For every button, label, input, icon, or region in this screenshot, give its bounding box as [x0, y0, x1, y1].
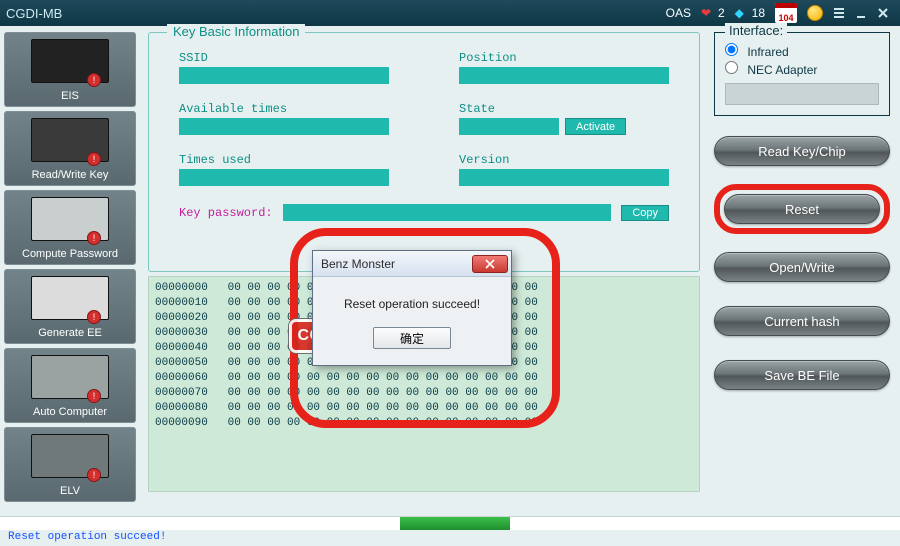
alert-badge-icon: ! [87, 152, 101, 166]
menu-button[interactable] [828, 4, 850, 22]
message-dialog: Benz Monster Reset operation succeed! 确定 [312, 250, 512, 366]
sidebar: ! EIS ! Read/Write Key ! Compute Passwor… [0, 26, 140, 516]
blue-gem-stat: ◆ 18 [735, 6, 765, 20]
open-write-button[interactable]: Open/Write [714, 252, 890, 282]
version-value [459, 169, 669, 186]
calendar-icon: 104 [775, 3, 797, 23]
interface-legend: Interface: [725, 23, 787, 38]
alert-badge-icon: ! [87, 389, 101, 403]
state-value [459, 118, 559, 135]
progress-bar [0, 516, 900, 530]
interface-box: Interface: Infrared NEC Adapter [714, 32, 890, 116]
dialog-message: Reset operation succeed! [321, 297, 503, 311]
app-title: CGDI-MB [6, 6, 62, 21]
red-gem-stat: ❤ 2 [701, 6, 725, 20]
sidebar-item-label: Compute Password [22, 248, 118, 260]
position-value [459, 67, 669, 84]
times-used-label: Times used [179, 153, 389, 167]
key-password-label: Key password: [179, 206, 273, 220]
key-basic-info-legend: Key Basic Information [167, 24, 305, 39]
dialog-title: Benz Monster [321, 257, 472, 271]
sidebar-item-auto-computer[interactable]: ! Auto Computer [4, 348, 136, 423]
infrared-label: Infrared [747, 45, 788, 59]
key-basic-info-panel: Key Basic Information SSID Position Avai… [148, 32, 700, 272]
copy-button[interactable]: Copy [621, 205, 669, 221]
sidebar-item-label: ELV [60, 485, 80, 497]
progress-fill [400, 517, 510, 530]
close-button[interactable] [872, 4, 894, 22]
interface-empty-field [725, 83, 879, 105]
sidebar-item-compute-password[interactable]: ! Compute Password [4, 190, 136, 265]
read-key-chip-button[interactable]: Read Key/Chip [714, 136, 890, 166]
sidebar-item-generate-ee[interactable]: ! Generate EE [4, 269, 136, 344]
alert-badge-icon: ! [87, 310, 101, 324]
reset-button[interactable]: Reset [724, 194, 880, 224]
state-label: State [459, 102, 669, 116]
minimize-button[interactable] [850, 4, 872, 22]
dialog-titlebar[interactable]: Benz Monster [313, 251, 511, 277]
ssid-value [179, 67, 389, 84]
alert-badge-icon: ! [87, 468, 101, 482]
status-text: Reset operation succeed! [0, 530, 900, 546]
dialog-ok-button[interactable]: 确定 [373, 327, 451, 349]
footer: Reset operation succeed! [0, 516, 900, 546]
alert-badge-icon: ! [87, 73, 101, 87]
coin-icon[interactable] [807, 5, 823, 21]
infrared-radio[interactable] [725, 43, 738, 56]
nec-label: NEC Adapter [747, 63, 817, 77]
save-be-file-button[interactable]: Save BE File [714, 360, 890, 390]
blue-gem-count: 18 [752, 6, 765, 20]
dialog-close-button[interactable] [472, 255, 508, 273]
sidebar-item-label: Generate EE [38, 327, 102, 339]
right-panel: Interface: Infrared NEC Adapter Read Key… [708, 26, 900, 516]
oas-label: OAS [666, 6, 691, 20]
reset-highlight-ring: Reset [714, 184, 890, 234]
sidebar-item-elv[interactable]: ! ELV [4, 427, 136, 502]
available-times-label: Available times [179, 102, 389, 116]
red-gem-count: 2 [718, 6, 725, 20]
nec-radio[interactable] [725, 61, 738, 74]
alert-badge-icon: ! [87, 231, 101, 245]
sidebar-item-label: Read/Write Key [32, 169, 109, 181]
version-label: Version [459, 153, 669, 167]
diamond-gem-icon: ◆ [735, 6, 749, 20]
activate-button[interactable]: Activate [565, 118, 626, 135]
calendar-day: 104 [778, 13, 793, 23]
key-password-value [283, 204, 612, 221]
calendar-stat[interactable]: 104 [775, 3, 797, 23]
position-label: Position [459, 51, 669, 65]
sidebar-item-eis[interactable]: ! EIS [4, 32, 136, 107]
ssid-label: SSID [179, 51, 389, 65]
current-hash-button[interactable]: Current hash [714, 306, 890, 336]
interface-opt-infrared[interactable]: Infrared [725, 43, 879, 59]
times-used-value [179, 169, 389, 186]
heart-gem-icon: ❤ [701, 6, 715, 20]
sidebar-item-read-write-key[interactable]: ! Read/Write Key [4, 111, 136, 186]
sidebar-item-label: Auto Computer [33, 406, 107, 418]
interface-opt-nec[interactable]: NEC Adapter [725, 61, 879, 77]
available-times-value [179, 118, 389, 135]
sidebar-item-label: EIS [61, 90, 79, 102]
